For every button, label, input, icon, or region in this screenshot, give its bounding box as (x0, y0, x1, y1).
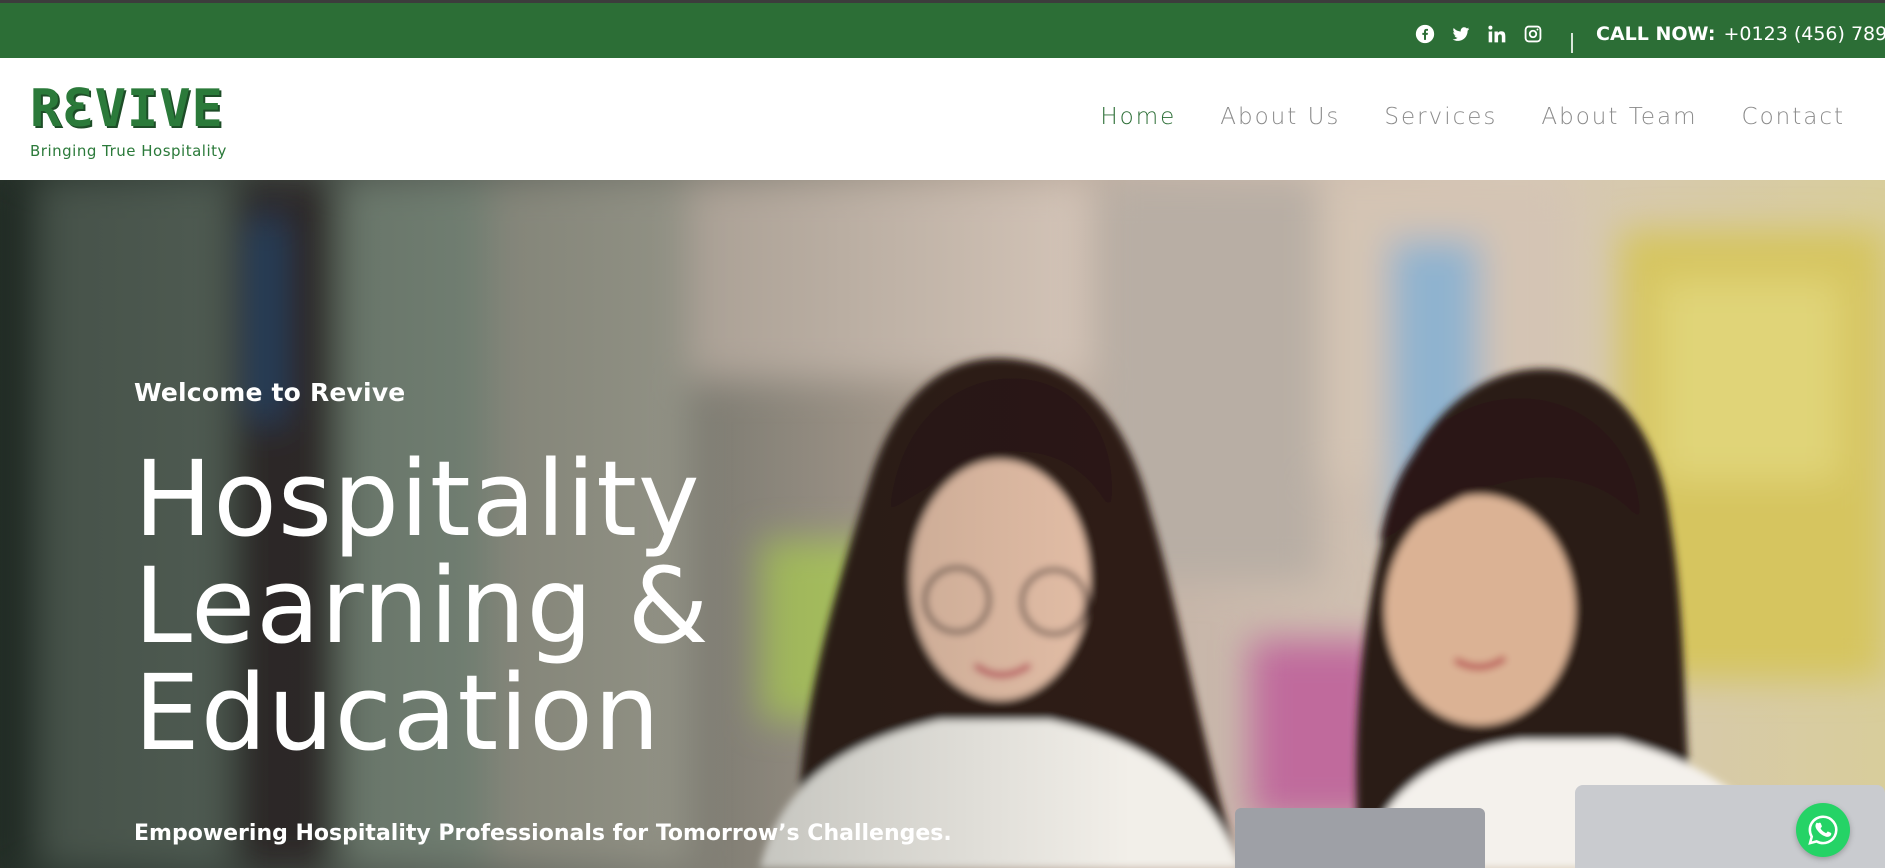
logo[interactable]: RƐVIVE Bringing True Hospitality (30, 82, 240, 164)
logo-wordmark: RƐVIVE (30, 79, 224, 139)
facebook-icon[interactable] (1414, 23, 1436, 45)
hero-title-line-2: Learning & (134, 545, 710, 667)
hero-subtitle: Empowering Hospitality Professionals for… (134, 821, 952, 846)
twitter-icon[interactable] (1450, 23, 1472, 45)
hero-title-line-3: Education (134, 652, 661, 774)
top-bar: CALL NOW: +0123 (456) 789 (0, 0, 1885, 58)
instagram-icon[interactable] (1522, 23, 1544, 45)
hero-welcome: Welcome to Revive (134, 378, 406, 407)
main-nav: Home About Us Services About Team Contac… (1100, 104, 1845, 130)
linkedin-icon[interactable] (1486, 23, 1508, 45)
page: CALL NOW: +0123 (456) 789 RƐVIVE Bringing… (0, 0, 1885, 868)
site-header: RƐVIVE Bringing True Hospitality Home Ab… (0, 58, 1885, 180)
whatsapp-button[interactable] (1796, 803, 1850, 857)
nav-about-us[interactable]: About Us (1220, 104, 1340, 130)
topbar-divider (1571, 33, 1573, 53)
social-links (1414, 21, 1544, 47)
nav-about-team[interactable]: About Team (1541, 104, 1697, 130)
call-now-label: CALL NOW: (1596, 23, 1716, 45)
nav-home[interactable]: Home (1100, 104, 1176, 130)
nav-contact[interactable]: Contact (1742, 104, 1845, 130)
call-now-number[interactable]: +0123 (456) 789 (1724, 23, 1885, 45)
hero-title: Hospitality Learning & Education (134, 446, 834, 767)
whatsapp-icon (1808, 815, 1838, 845)
hero-title-line-1: Hospitality (134, 438, 701, 560)
logo-tagline: Bringing True Hospitality (30, 142, 227, 160)
nav-services[interactable]: Services (1384, 104, 1497, 130)
call-now[interactable]: CALL NOW: +0123 (456) 789 (1596, 23, 1885, 45)
